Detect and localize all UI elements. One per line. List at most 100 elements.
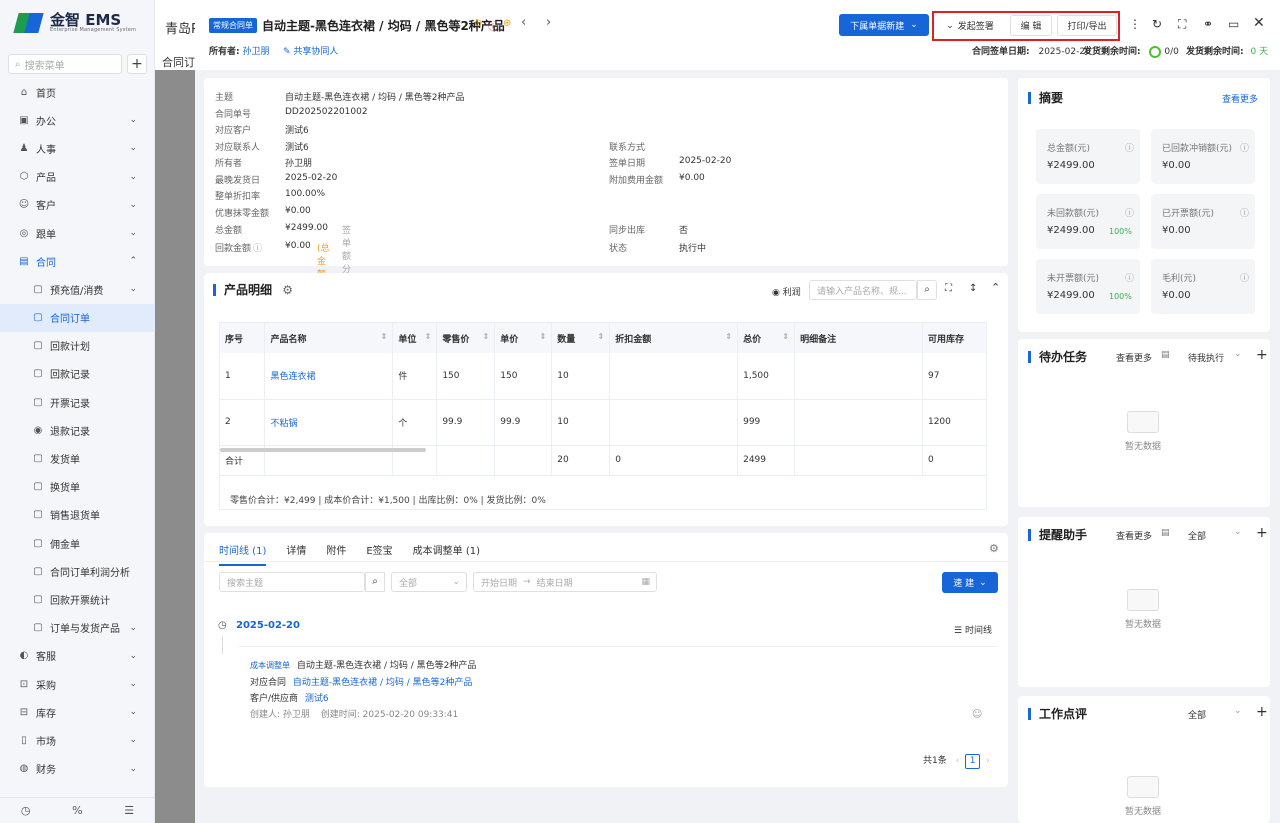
reminder-filter[interactable]: 全部: [1188, 529, 1206, 542]
gear-icon[interactable]: ⚙: [282, 283, 293, 297]
tab-item[interactable]: 时间线 (1): [219, 542, 267, 566]
menu-search-input[interactable]: ⌕ 搜索菜单: [8, 54, 122, 74]
settings-icon[interactable]: ⚙: [989, 542, 999, 555]
sidebar-item[interactable]: ▢ 佣金单: [0, 529, 155, 557]
table-header[interactable]: 零售价 ⇕: [436, 323, 496, 353]
table-cell[interactable]: 不粘锅: [264, 399, 394, 446]
table-cell[interactable]: 黑色连衣裙: [264, 353, 394, 400]
timeline-entry[interactable]: 成本调整单 自动主题-黑色连衣裙 / 均码 / 黑色等2种产品: [250, 658, 476, 671]
summary-more-link[interactable]: 查看更多: [1222, 92, 1258, 105]
page-number[interactable]: 1: [965, 754, 981, 769]
sort-icon[interactable]: ⇕: [483, 332, 490, 341]
party-link[interactable]: 测试6: [305, 694, 329, 704]
app-logo[interactable]: 金智 EMS Enterprise Management System: [13, 8, 136, 38]
table-header[interactable]: 序号: [220, 323, 266, 353]
tab-item[interactable]: E签宝: [366, 542, 392, 566]
sidebar-item[interactable]: ▯ 市场 ⌄: [0, 726, 155, 754]
sidebar-item[interactable]: ▢ 回款记录: [0, 360, 155, 388]
sort-icon[interactable]: ⇕: [381, 332, 388, 341]
edit-button[interactable]: 编 辑: [1010, 15, 1052, 36]
sidebar-item[interactable]: ⌂ 首页: [0, 78, 155, 106]
sidebar-item[interactable]: ▢ 回款开票统计: [0, 585, 155, 613]
timeline-search-input[interactable]: 搜索主题: [219, 572, 365, 592]
owner-link[interactable]: 孙卫朋: [242, 47, 269, 57]
add-reminder-icon[interactable]: +: [1256, 525, 1268, 541]
add-review-icon[interactable]: +: [1256, 704, 1268, 720]
sidebar-item[interactable]: ◉ 退款记录: [0, 416, 155, 444]
sidebar-item[interactable]: ⊟ 库存 ⌄: [0, 698, 155, 726]
refresh-icon[interactable]: ↻: [1152, 17, 1162, 31]
table-header[interactable]: 明细备注: [794, 323, 923, 353]
review-filter[interactable]: 全部: [1188, 708, 1206, 721]
sidebar-item[interactable]: ▢ 预充值/消费 ⌄: [0, 275, 155, 303]
product-search-input[interactable]: 请输入产品名称、规...: [809, 280, 917, 300]
sidebar-item[interactable]: ▢ 开票记录: [0, 388, 155, 416]
table-header[interactable]: 单价 ⇕: [494, 323, 553, 353]
sidebar-item[interactable]: ♟ 人事 ⌄: [0, 134, 155, 162]
table-row[interactable]: 1 黑色连衣裙件 150 150 10 1,500 97: [220, 353, 986, 400]
comment-icon[interactable]: ☺: [972, 709, 982, 720]
sidebar-item[interactable]: ◎ 跟单 ⌄: [0, 219, 155, 247]
calendar-icon[interactable]: ▤: [1161, 528, 1170, 538]
sort-icon[interactable]: ⇕: [425, 332, 432, 341]
table-header[interactable]: 数量 ⇕: [551, 323, 611, 353]
chevron-down-icon[interactable]: ⌄: [1234, 706, 1242, 716]
table-header[interactable]: 产品名称 ⇕: [264, 323, 394, 353]
type-filter-select[interactable]: 全部 ⌄: [391, 572, 467, 592]
fullscreen-icon[interactable]: ⛶: [1178, 17, 1186, 32]
sidebar-item[interactable]: ◍ 财务 ⌄: [0, 755, 155, 783]
sort-icon[interactable]: ⇕: [540, 332, 547, 341]
share-collaborator-link[interactable]: ✎ 共享协同人: [283, 44, 338, 57]
timeline-view-toggle[interactable]: ☰ 时间线: [954, 623, 992, 636]
table-header[interactable]: 可用库存: [922, 323, 986, 353]
profit-toggle[interactable]: ◉ 利润: [772, 285, 801, 298]
expand-icon[interactable]: ⛶: [945, 283, 952, 294]
add-todo-icon[interactable]: +: [1256, 347, 1268, 363]
info-value[interactable]: 测试6: [285, 123, 309, 136]
alert-icon[interactable]: ⓘ: [488, 18, 498, 33]
tab-item[interactable]: 成本调整单 (1): [413, 542, 480, 566]
sidebar-item[interactable]: ▢ 合同订单: [0, 303, 155, 332]
sort-icon[interactable]: ⇕: [725, 332, 732, 341]
todo-filter[interactable]: 待我执行: [1188, 351, 1224, 364]
chevron-down-icon[interactable]: ⌄: [1234, 527, 1242, 537]
table-header[interactable]: 单位 ⇕: [392, 323, 438, 353]
sidebar-item[interactable]: ▢ 销售退货单: [0, 501, 155, 529]
sidebar-item[interactable]: ▢ 合同订单利润分析: [0, 557, 155, 585]
table-scrollbar[interactable]: [220, 448, 426, 452]
chevron-down-icon[interactable]: ⌄: [1234, 349, 1242, 359]
search-icon[interactable]: ⌕: [917, 280, 937, 300]
reminder-more-link[interactable]: 查看更多: [1116, 529, 1152, 542]
sidebar-item[interactable]: ▢ 回款计划: [0, 332, 155, 360]
star-icon[interactable]: ⊙: [474, 18, 482, 29]
tab-item[interactable]: 详情: [286, 542, 306, 566]
todo-more-link[interactable]: 查看更多: [1116, 351, 1152, 364]
sidebar-item[interactable]: ▣ 办公 ⌄: [0, 106, 155, 134]
prev-page-icon[interactable]: ‹: [956, 756, 960, 766]
collapse-menu-icon[interactable]: ☰: [124, 804, 134, 817]
calendar-icon[interactable]: ▤: [1161, 350, 1170, 360]
sort-icon[interactable]: ⇕: [782, 332, 789, 341]
sort-icon[interactable]: ↕: [969, 283, 977, 294]
next-page-icon[interactable]: ›: [986, 756, 990, 766]
contract-link[interactable]: 自动主题-黑色连衣裙 / 均码 / 黑色等2种产品: [293, 678, 472, 688]
sidebar-item[interactable]: ▤ 合同 ⌃: [0, 247, 155, 275]
quick-create-button[interactable]: 速 建 ⌄: [942, 572, 998, 593]
sidebar-item[interactable]: ▢ 发货单: [0, 444, 155, 472]
tab-item[interactable]: 附件: [326, 542, 346, 566]
close-icon[interactable]: ✕: [1253, 15, 1265, 31]
sidebar-item[interactable]: ☺ 客户 ⌄: [0, 191, 155, 219]
prev-record-icon[interactable]: ‹: [521, 15, 526, 30]
table-header[interactable]: 折扣金额 ⇕: [609, 323, 739, 353]
next-record-icon[interactable]: ›: [546, 15, 551, 30]
menu-add-button[interactable]: +: [127, 54, 147, 74]
new-subordinate-button[interactable]: 下属单据新建 ⌄: [839, 14, 929, 36]
modal-overlay[interactable]: [155, 70, 195, 823]
sort-icon[interactable]: ⇕: [598, 332, 605, 341]
more-icon[interactable]: ⋮: [1129, 17, 1141, 31]
sidebar-item[interactable]: ▢ 换货单: [0, 473, 155, 501]
date-range-picker[interactable]: 开始日期 → 结束日期 ▦: [473, 572, 657, 592]
info-value[interactable]: 测试6: [285, 140, 309, 153]
print-export-button[interactable]: 打印/导出: [1057, 15, 1117, 36]
table-header[interactable]: 总价 ⇕: [737, 323, 796, 353]
